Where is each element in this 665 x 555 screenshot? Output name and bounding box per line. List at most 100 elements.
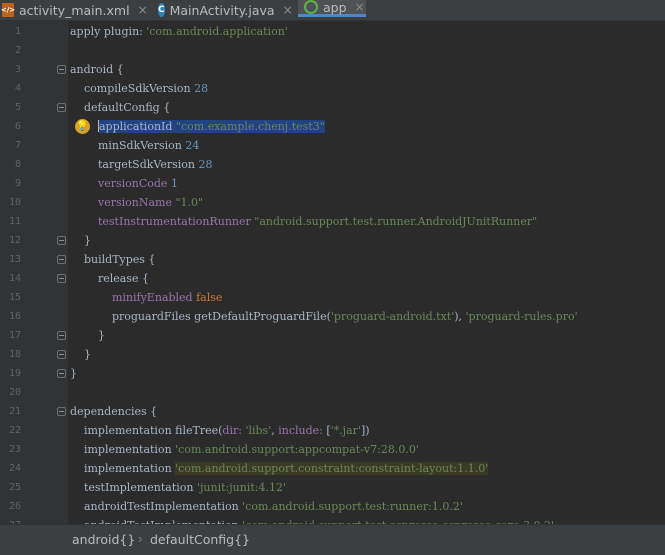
- code-token: minifyEnabled: [111, 291, 197, 304]
- code-token: compileSdkVersion: [70, 82, 195, 95]
- code-line[interactable]: 19}: [0, 365, 665, 384]
- code-token: testInstrumentationRunner: [97, 215, 255, 228]
- code-token: 1: [170, 177, 178, 190]
- code-token: 28: [198, 158, 213, 171]
- breadcrumb-default-config[interactable]: defaultConfig{}: [150, 532, 250, 547]
- code-text: targetSdkVersion 28: [70, 158, 213, 171]
- code-line[interactable]: 12 }: [0, 232, 665, 251]
- code-line[interactable]: 17 }: [0, 327, 665, 346]
- code-text: minifyEnabled false: [70, 291, 222, 304]
- code-token: 'libs': [245, 424, 272, 437]
- code-token: }: [70, 348, 91, 361]
- code-line[interactable]: 24 implementation 'com.android.support.c…: [0, 460, 665, 479]
- breadcrumb-android[interactable]: android{}: [72, 532, 135, 547]
- code-line[interactable]: 2: [0, 42, 665, 61]
- code-line[interactable]: 21 dependencies {: [0, 403, 665, 422]
- code-line[interactable]: 22 implementation fileTree(dir: 'libs', …: [0, 422, 665, 441]
- code-text: }: [70, 234, 91, 247]
- line-number: 15: [8, 292, 21, 303]
- code-line[interactable]: 20: [0, 384, 665, 403]
- java-class-icon: C: [158, 3, 165, 17]
- code-text: versionName "1.0": [70, 196, 203, 209]
- code-line[interactable]: 5 defaultConfig {: [0, 99, 665, 118]
- code-token: androidTestImplementation: [70, 500, 243, 513]
- code-line[interactable]: 4 compileSdkVersion 28: [0, 80, 665, 99]
- code-editor[interactable]: 1 apply plugin: 'com.android.application'…: [0, 20, 665, 532]
- xml-file-icon: </>: [1, 3, 15, 17]
- code-text: testImplementation 'junit:junit:4.12': [70, 481, 286, 494]
- code-line[interactable]: 6 💡 applicationId "com.example.chenj.test…: [0, 118, 665, 137]
- code-token: }: [70, 367, 77, 380]
- line-number: 14: [8, 273, 21, 284]
- code-text: minSdkVersion 24: [70, 139, 199, 152]
- code-line[interactable]: 14 release {: [0, 270, 665, 289]
- code-token: apply plugin:: [70, 25, 147, 38]
- fold-toggle-icon[interactable]: [57, 236, 66, 245]
- code-token: ]): [360, 424, 370, 437]
- code-token: implementation: [70, 462, 176, 475]
- line-number: 24: [8, 463, 21, 474]
- code-text: defaultConfig {: [70, 101, 170, 114]
- code-token: targetSdkVersion: [70, 158, 199, 171]
- code-text: versionCode 1: [70, 177, 178, 190]
- code-text: proguardFiles getDefaultProguardFile('pr…: [70, 310, 578, 323]
- fold-toggle-icon[interactable]: [57, 255, 66, 264]
- line-number: 22: [8, 425, 21, 436]
- code-line[interactable]: 9 versionCode 1: [0, 175, 665, 194]
- close-icon[interactable]: ×: [283, 3, 293, 17]
- close-icon[interactable]: ×: [355, 0, 365, 14]
- code-line[interactable]: 13 buildTypes {: [0, 251, 665, 270]
- line-number: 6: [14, 121, 21, 132]
- fold-toggle-icon[interactable]: [57, 407, 66, 416]
- line-number: 18: [8, 349, 21, 360]
- code-line[interactable]: 7 minSdkVersion 24: [0, 137, 665, 156]
- code-line[interactable]: 15 minifyEnabled false: [0, 289, 665, 308]
- code-line[interactable]: 3 android {: [0, 61, 665, 80]
- fold-toggle-icon[interactable]: [57, 65, 66, 74]
- tab-app-gradle[interactable]: app ×: [298, 0, 366, 17]
- code-token: 24: [185, 139, 200, 152]
- code-line[interactable]: 10 versionName "1.0": [0, 194, 665, 213]
- code-line[interactable]: 18 }: [0, 346, 665, 365]
- code-token: defaultConfig {: [70, 101, 171, 114]
- fold-toggle-icon[interactable]: [57, 369, 66, 378]
- code-line[interactable]: 16 proguardFiles getDefaultProguardFile(…: [0, 308, 665, 327]
- fold-toggle-icon[interactable]: [57, 350, 66, 359]
- code-token: implementation: [70, 443, 176, 456]
- fold-toggle-icon[interactable]: [57, 103, 66, 112]
- fold-toggle-icon[interactable]: [57, 331, 66, 340]
- code-line[interactable]: 8 targetSdkVersion 28: [0, 156, 665, 175]
- line-number: 25: [8, 482, 21, 493]
- code-line[interactable]: 26 androidTestImplementation 'com.androi…: [0, 498, 665, 517]
- tab-activity-main-xml[interactable]: </> activity_main.xml ×: [1, 0, 148, 20]
- code-token: }: [70, 329, 105, 342]
- code-text: buildTypes {: [70, 253, 155, 266]
- code-line[interactable]: 11 testInstrumentationRunner "android.su…: [0, 213, 665, 232]
- code-token: "android.support.test.runner.AndroidJUni…: [254, 215, 538, 228]
- code-text: release {: [70, 272, 149, 285]
- tab-label: activity_main.xml: [19, 2, 130, 18]
- code-token: 'junit:junit:4.12': [196, 481, 286, 494]
- code-text: implementation 'com.android.support:appc…: [70, 443, 419, 456]
- line-number: 3: [14, 64, 21, 75]
- fold-toggle-icon[interactable]: [57, 274, 66, 283]
- code-line[interactable]: 23 implementation 'com.android.support:a…: [0, 441, 665, 460]
- code-line[interactable]: 25 testImplementation 'junit:junit:4.12': [0, 479, 665, 498]
- code-token: applicationId: [98, 120, 176, 133]
- line-number: 13: [8, 254, 21, 265]
- code-token: ),: [454, 310, 466, 323]
- tab-main-activity-java[interactable]: C MainActivity.java ×: [158, 0, 293, 20]
- line-number: 5: [14, 102, 21, 113]
- line-number: 23: [8, 444, 21, 455]
- line-number: 20: [8, 387, 21, 398]
- code-token: versionName: [97, 196, 176, 209]
- code-token: 28: [194, 82, 209, 95]
- line-number: 4: [14, 83, 21, 94]
- close-icon[interactable]: ×: [138, 3, 148, 17]
- code-token: "1.0": [175, 196, 204, 209]
- gradle-icon: [304, 0, 318, 14]
- code-token: false: [196, 291, 223, 304]
- editor-tab-bar: </> activity_main.xml × C MainActivity.j…: [0, 0, 665, 21]
- code-line[interactable]: 1 apply plugin: 'com.android.application': [0, 23, 665, 42]
